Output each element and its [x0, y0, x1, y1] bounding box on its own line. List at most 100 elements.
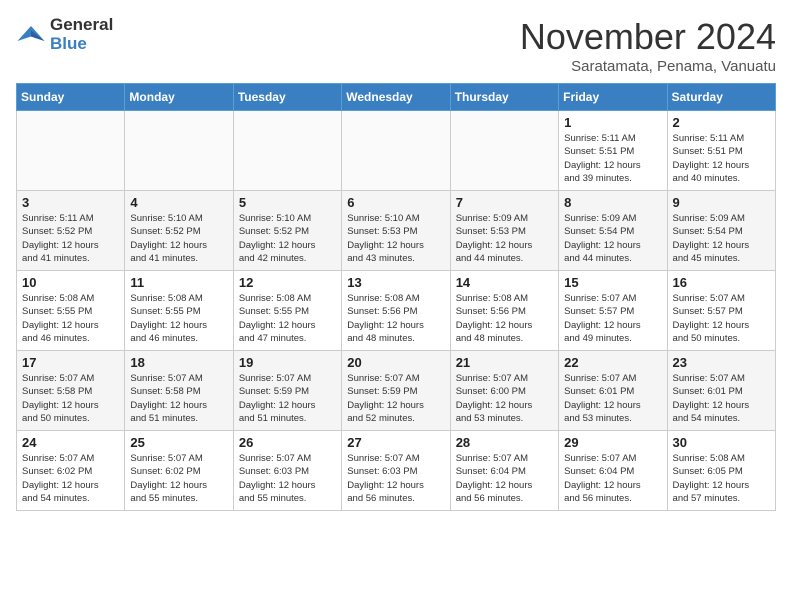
day-info: Sunrise: 5:07 AM Sunset: 5:59 PM Dayligh…: [347, 372, 444, 425]
day-info: Sunrise: 5:07 AM Sunset: 6:02 PM Dayligh…: [22, 452, 119, 505]
day-info: Sunrise: 5:07 AM Sunset: 5:59 PM Dayligh…: [239, 372, 336, 425]
day-number: 17: [22, 355, 119, 370]
calendar-cell: 7Sunrise: 5:09 AM Sunset: 5:53 PM Daylig…: [450, 191, 558, 271]
day-number: 8: [564, 195, 661, 210]
day-number: 25: [130, 435, 227, 450]
day-info: Sunrise: 5:08 AM Sunset: 5:55 PM Dayligh…: [130, 292, 227, 345]
calendar-title-block: November 2024 Saratamata, Penama, Vanuat…: [520, 16, 776, 75]
day-number: 22: [564, 355, 661, 370]
logo-icon: [16, 20, 46, 50]
day-info: Sunrise: 5:08 AM Sunset: 5:55 PM Dayligh…: [239, 292, 336, 345]
calendar-week-row: 1 Sunrise: 5:11 AM Sunset: 5:51 PM Daylig…: [17, 111, 776, 191]
calendar-cell: [17, 111, 125, 191]
day-number: 23: [673, 355, 770, 370]
calendar-cell: [125, 111, 233, 191]
calendar-table: SundayMondayTuesdayWednesdayThursdayFrid…: [16, 83, 776, 511]
calendar-cell: 2 Sunrise: 5:11 AM Sunset: 5:51 PM Daylig…: [667, 111, 775, 191]
day-info: Sunrise: 5:07 AM Sunset: 5:57 PM Dayligh…: [564, 292, 661, 345]
day-number: 4: [130, 195, 227, 210]
header-wednesday: Wednesday: [342, 84, 450, 111]
day-info: Sunrise: 5:07 AM Sunset: 5:57 PM Dayligh…: [673, 292, 770, 345]
day-info: Sunrise: 5:08 AM Sunset: 5:56 PM Dayligh…: [347, 292, 444, 345]
calendar-cell: 23 Sunrise: 5:07 AM Sunset: 6:01 PM Dayli…: [667, 351, 775, 431]
day-info: Sunrise: 5:07 AM Sunset: 6:01 PM Dayligh…: [673, 372, 770, 425]
header-sunday: Sunday: [17, 84, 125, 111]
day-info: Sunrise: 5:07 AM Sunset: 6:02 PM Dayligh…: [130, 452, 227, 505]
calendar-cell: 26 Sunrise: 5:07 AM Sunset: 6:03 PM Dayli…: [233, 431, 341, 511]
calendar-cell: 10Sunrise: 5:08 AM Sunset: 5:55 PM Dayli…: [17, 271, 125, 351]
calendar-cell: 19 Sunrise: 5:07 AM Sunset: 5:59 PM Dayli…: [233, 351, 341, 431]
day-number: 1: [564, 115, 661, 130]
calendar-cell: 5 Sunrise: 5:10 AM Sunset: 5:52 PM Daylig…: [233, 191, 341, 271]
calendar-cell: 20 Sunrise: 5:07 AM Sunset: 5:59 PM Dayli…: [342, 351, 450, 431]
calendar-cell: 1 Sunrise: 5:11 AM Sunset: 5:51 PM Daylig…: [559, 111, 667, 191]
calendar-cell: 28Sunrise: 5:07 AM Sunset: 6:04 PM Dayli…: [450, 431, 558, 511]
calendar-header-row: SundayMondayTuesdayWednesdayThursdayFrid…: [17, 84, 776, 111]
day-number: 2: [673, 115, 770, 130]
day-info: Sunrise: 5:07 AM Sunset: 5:58 PM Dayligh…: [22, 372, 119, 425]
day-info: Sunrise: 5:10 AM Sunset: 5:52 PM Dayligh…: [239, 212, 336, 265]
calendar-week-row: 17 Sunrise: 5:07 AM Sunset: 5:58 PM Dayli…: [17, 351, 776, 431]
day-number: 9: [673, 195, 770, 210]
header-tuesday: Tuesday: [233, 84, 341, 111]
day-number: 18: [130, 355, 227, 370]
calendar-week-row: 10 Sunrise: 5:08 AM Sunset: 5:55 PM Dayli…: [17, 271, 776, 351]
day-info: Sunrise: 5:09 AM Sunset: 5:53 PM Dayligh…: [456, 212, 553, 265]
month-year-title: November 2024: [520, 16, 776, 58]
calendar-cell: 13 Sunrise: 5:08 AM Sunset: 5:56 PM Dayli…: [342, 271, 450, 351]
day-info: Sunrise: 5:07 AM Sunset: 6:00 PM Dayligh…: [456, 372, 553, 425]
day-number: 3: [22, 195, 119, 210]
day-number: 6: [347, 195, 444, 210]
calendar-cell: 27Sunrise: 5:07 AM Sunset: 6:03 PM Dayli…: [342, 431, 450, 511]
calendar-cell: [342, 111, 450, 191]
calendar-cell: 14 Sunrise: 5:08 AM Sunset: 5:56 PM Dayli…: [450, 271, 558, 351]
day-info: Sunrise: 5:11 AM Sunset: 5:51 PM Dayligh…: [564, 132, 661, 185]
day-number: 12: [239, 275, 336, 290]
day-number: 13: [347, 275, 444, 290]
day-number: 5: [239, 195, 336, 210]
calendar-cell: 16 Sunrise: 5:07 AM Sunset: 5:57 PM Dayli…: [667, 271, 775, 351]
calendar-cell: 30 Sunrise: 5:08 AM Sunset: 6:05 PM Dayli…: [667, 431, 775, 511]
day-info: Sunrise: 5:11 AM Sunset: 5:51 PM Dayligh…: [673, 132, 770, 185]
calendar-cell: [450, 111, 558, 191]
calendar-cell: 24 Sunrise: 5:07 AM Sunset: 6:02 PM Dayli…: [17, 431, 125, 511]
day-number: 10: [22, 275, 119, 290]
day-number: 11: [130, 275, 227, 290]
calendar-cell: 4Sunrise: 5:10 AM Sunset: 5:52 PM Daylig…: [125, 191, 233, 271]
calendar-cell: 21 Sunrise: 5:07 AM Sunset: 6:00 PM Dayli…: [450, 351, 558, 431]
day-info: Sunrise: 5:07 AM Sunset: 6:04 PM Dayligh…: [456, 452, 553, 505]
logo: General Blue: [16, 16, 113, 53]
day-number: 14: [456, 275, 553, 290]
calendar-cell: 12 Sunrise: 5:08 AM Sunset: 5:55 PM Dayli…: [233, 271, 341, 351]
day-number: 24: [22, 435, 119, 450]
header-thursday: Thursday: [450, 84, 558, 111]
day-info: Sunrise: 5:10 AM Sunset: 5:53 PM Dayligh…: [347, 212, 444, 265]
day-number: 16: [673, 275, 770, 290]
day-number: 26: [239, 435, 336, 450]
calendar-cell: 3 Sunrise: 5:11 AM Sunset: 5:52 PM Daylig…: [17, 191, 125, 271]
day-number: 29: [564, 435, 661, 450]
day-number: 21: [456, 355, 553, 370]
calendar-cell: 25 Sunrise: 5:07 AM Sunset: 6:02 PM Dayli…: [125, 431, 233, 511]
day-number: 19: [239, 355, 336, 370]
location-subtitle: Saratamata, Penama, Vanuatu: [520, 58, 776, 75]
day-number: 27: [347, 435, 444, 450]
day-number: 30: [673, 435, 770, 450]
day-info: Sunrise: 5:07 AM Sunset: 6:03 PM Dayligh…: [239, 452, 336, 505]
day-info: Sunrise: 5:11 AM Sunset: 5:52 PM Dayligh…: [22, 212, 119, 265]
day-info: Sunrise: 5:07 AM Sunset: 6:01 PM Dayligh…: [564, 372, 661, 425]
header-saturday: Saturday: [667, 84, 775, 111]
calendar-week-row: 24 Sunrise: 5:07 AM Sunset: 6:02 PM Dayli…: [17, 431, 776, 511]
calendar-cell: 22 Sunrise: 5:07 AM Sunset: 6:01 PM Dayli…: [559, 351, 667, 431]
header-monday: Monday: [125, 84, 233, 111]
header-friday: Friday: [559, 84, 667, 111]
day-number: 20: [347, 355, 444, 370]
day-info: Sunrise: 5:08 AM Sunset: 5:56 PM Dayligh…: [456, 292, 553, 345]
logo-text: General Blue: [50, 16, 113, 53]
day-info: Sunrise: 5:09 AM Sunset: 5:54 PM Dayligh…: [564, 212, 661, 265]
page-header: General Blue November 2024 Saratamata, P…: [16, 16, 776, 75]
calendar-cell: 6 Sunrise: 5:10 AM Sunset: 5:53 PM Daylig…: [342, 191, 450, 271]
calendar-cell: [233, 111, 341, 191]
calendar-cell: 8 Sunrise: 5:09 AM Sunset: 5:54 PM Daylig…: [559, 191, 667, 271]
day-info: Sunrise: 5:08 AM Sunset: 6:05 PM Dayligh…: [673, 452, 770, 505]
